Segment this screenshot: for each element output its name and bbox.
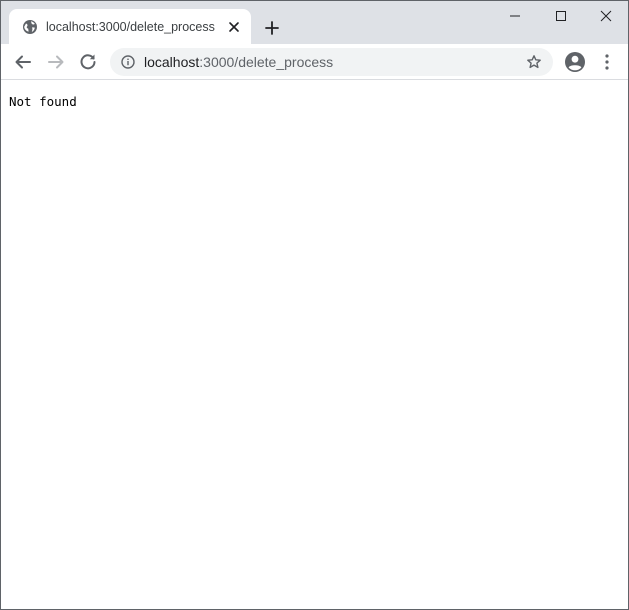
- profile-account-icon[interactable]: [564, 51, 586, 73]
- minimize-icon[interactable]: [491, 1, 537, 31]
- window-close-icon[interactable]: [582, 1, 628, 31]
- tab-strip: localhost:3000/delete_process: [1, 1, 628, 44]
- tab-close-icon[interactable]: [226, 19, 242, 35]
- browser-toolbar: localhost:3000/delete_process: [1, 44, 628, 80]
- globe-icon: [22, 19, 38, 35]
- tab-active[interactable]: localhost:3000/delete_process: [9, 9, 251, 44]
- vertical-dots-menu-icon[interactable]: [599, 53, 615, 71]
- browser-window: localhost:3000/delete_process localhost:…: [0, 0, 629, 610]
- not-found-text: Not found: [9, 94, 77, 109]
- address-bar[interactable]: localhost:3000/delete_process: [110, 48, 553, 76]
- url-host: localhost: [144, 54, 200, 70]
- reload-icon[interactable]: [76, 50, 100, 74]
- new-tab-plus-icon[interactable]: [260, 16, 284, 40]
- back-arrow-icon[interactable]: [11, 50, 35, 74]
- page-content: Not found: [1, 81, 628, 609]
- tab-title: localhost:3000/delete_process: [46, 20, 215, 34]
- maximize-icon[interactable]: [537, 1, 583, 31]
- url-text[interactable]: localhost:3000/delete_process: [144, 54, 333, 70]
- forward-arrow-icon[interactable]: [44, 50, 68, 74]
- bookmark-star-icon[interactable]: [526, 54, 542, 70]
- info-icon[interactable]: [121, 55, 135, 69]
- url-path: :3000/delete_process: [199, 54, 334, 70]
